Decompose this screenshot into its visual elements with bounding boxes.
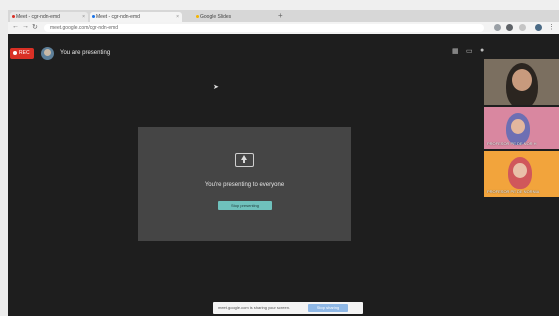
screen-share-notification: meet.google.com is sharing your screen. … — [213, 302, 363, 314]
tab-favicon-icon — [12, 15, 15, 18]
participant-name: PROFESOR PE DE NORNIA — [487, 189, 540, 194]
record-dot-icon — [13, 51, 17, 55]
extension-icon[interactable] — [519, 24, 526, 31]
tab-label: Meet - cgr-ndn-emd — [16, 14, 60, 20]
presenting-status: You are presenting — [60, 50, 111, 56]
participant-tile[interactable] — [484, 59, 559, 105]
stop-sharing-button[interactable]: Stop sharing — [308, 304, 348, 312]
tab-close-icon[interactable]: × — [82, 12, 85, 22]
menu-kebab-icon[interactable]: ⋮ — [548, 23, 555, 31]
people-icon[interactable]: ● — [480, 47, 484, 54]
chat-icon[interactable]: ▭ — [466, 47, 473, 55]
grid-layout-icon[interactable]: ▦ — [452, 47, 459, 55]
reload-icon[interactable]: ↻ — [32, 23, 38, 31]
participant-tile[interactable]: PROFESOR PE DE NORNIA — [484, 151, 559, 197]
participant-tiles: PROFESOR PE DE NOR H PROFESOR PE DE NORN… — [484, 59, 559, 197]
tab-label: Google Slides — [200, 14, 232, 20]
self-avatar — [41, 47, 54, 60]
recording-badge: REC — [10, 48, 34, 59]
browser-toolbar: ← → ↻ meet.google.com/cgr-ndn-emd ⋮ — [8, 22, 559, 34]
browser-tab-3[interactable]: Google Slides — [194, 12, 274, 22]
browser-tab-2[interactable]: Meet - cgr-ndn-emd × — [90, 12, 182, 22]
present-screen-icon — [235, 153, 254, 167]
meeting-stage: REC You are presenting ▦ ▭ ● ➤ You're pr… — [8, 34, 559, 316]
profile-avatar-icon[interactable] — [535, 24, 542, 31]
share-notice-text: meet.google.com is sharing your screen. — [218, 305, 291, 310]
presenting-card: You're presenting to everyone Stop prese… — [138, 127, 351, 241]
participant-tile[interactable]: PROFESOR PE DE NOR H — [484, 107, 559, 149]
browser-tab-1[interactable]: Meet - cgr-ndn-emd × — [10, 12, 88, 22]
meeting-top-bar: REC You are presenting ▦ ▭ ● — [8, 34, 559, 72]
new-tab-icon[interactable]: + — [278, 11, 283, 20]
address-bar[interactable]: meet.google.com/cgr-ndn-emd — [44, 24, 484, 32]
participant-name: PROFESOR PE DE NOR H — [487, 141, 537, 146]
browser-tab-strip: Meet - cgr-ndn-emd × Meet - cgr-ndn-emd … — [8, 10, 559, 22]
tab-favicon-icon — [196, 15, 199, 18]
recording-label: REC — [19, 50, 30, 56]
extension-icon[interactable] — [506, 24, 513, 31]
tab-close-icon[interactable]: × — [176, 12, 179, 22]
back-arrow-icon[interactable]: ← — [12, 23, 19, 30]
tab-label: Meet - cgr-ndn-emd — [96, 14, 140, 20]
screen-glare-top — [0, 0, 559, 10]
mouse-cursor-icon: ➤ — [213, 84, 219, 91]
forward-arrow-icon[interactable]: → — [22, 23, 29, 30]
screen-glare-left — [0, 10, 8, 316]
stop-presenting-button[interactable]: Stop presenting — [218, 201, 272, 210]
url-text: meet.google.com/cgr-ndn-emd — [50, 25, 119, 31]
presenting-message: You're presenting to everyone — [204, 182, 285, 188]
extension-icon[interactable] — [494, 24, 501, 31]
tab-favicon-icon — [92, 15, 95, 18]
